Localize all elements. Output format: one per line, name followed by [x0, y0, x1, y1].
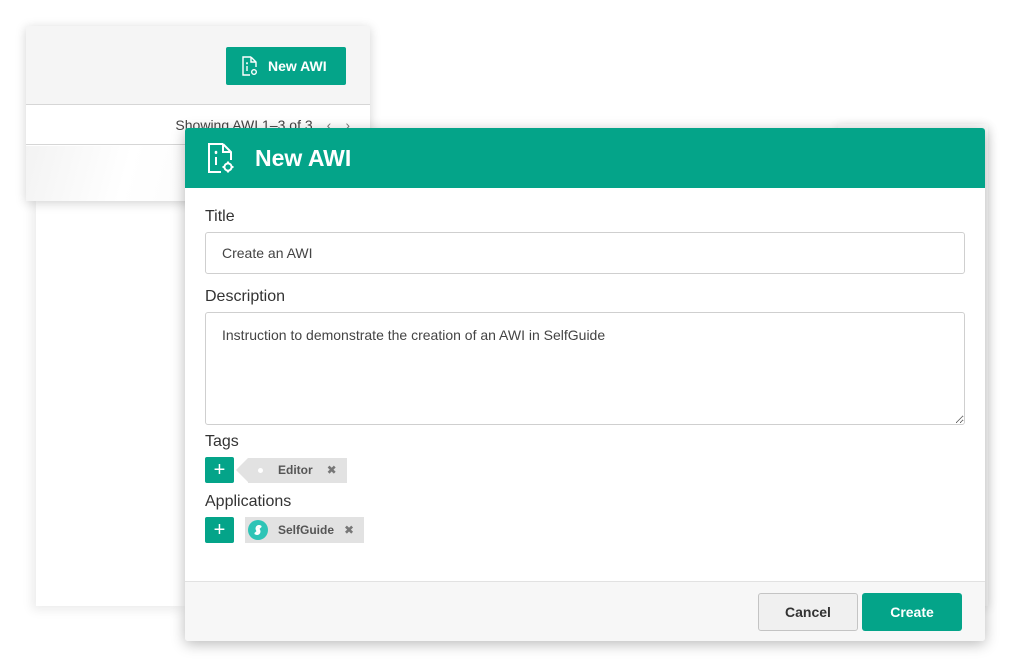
- tag-icon: [258, 467, 263, 473]
- application-chip: SelfGuide ✖: [245, 517, 365, 543]
- tags-row: + Editor ✖: [205, 457, 965, 483]
- add-application-button[interactable]: +: [205, 517, 234, 543]
- document-gear-icon: [208, 143, 234, 173]
- new-awi-button[interactable]: New AWI: [226, 47, 346, 85]
- title-label: Title: [205, 208, 235, 225]
- cancel-button[interactable]: Cancel: [758, 592, 858, 631]
- create-button[interactable]: Create: [862, 592, 962, 631]
- applications-label: Applications: [205, 493, 292, 510]
- application-chip-label: SelfGuide: [278, 523, 335, 537]
- title-input[interactable]: [205, 232, 965, 274]
- applications-row: + SelfGuide ✖: [205, 517, 965, 543]
- description-label: Description: [205, 288, 286, 305]
- add-tag-button[interactable]: +: [205, 457, 234, 483]
- plus-icon: +: [213, 519, 226, 541]
- dialog-header: New AWI: [185, 128, 985, 188]
- document-gear-icon: [242, 56, 257, 76]
- awi-list-toolbar: New AWI: [26, 26, 370, 105]
- plus-icon: +: [213, 459, 226, 481]
- dialog-body: Title Description Instruction to demonst…: [185, 188, 985, 543]
- selfguide-logo-icon: [248, 520, 268, 540]
- remove-application-icon[interactable]: ✖: [344, 523, 354, 537]
- tags-label: Tags: [205, 433, 239, 450]
- dialog-footer: Cancel Create: [185, 581, 985, 641]
- new-awi-dialog: New AWI Title Description Instruction to…: [185, 128, 985, 641]
- tag-chip: Editor ✖: [236, 457, 347, 483]
- dialog-title: New AWI: [255, 144, 352, 171]
- remove-tag-icon[interactable]: ✖: [327, 463, 337, 477]
- background-panel-left: [36, 196, 186, 606]
- tag-chip-label: Editor: [278, 463, 313, 477]
- new-awi-button-label: New AWI: [268, 58, 327, 74]
- description-textarea[interactable]: Instruction to demonstrate the creation …: [205, 312, 965, 425]
